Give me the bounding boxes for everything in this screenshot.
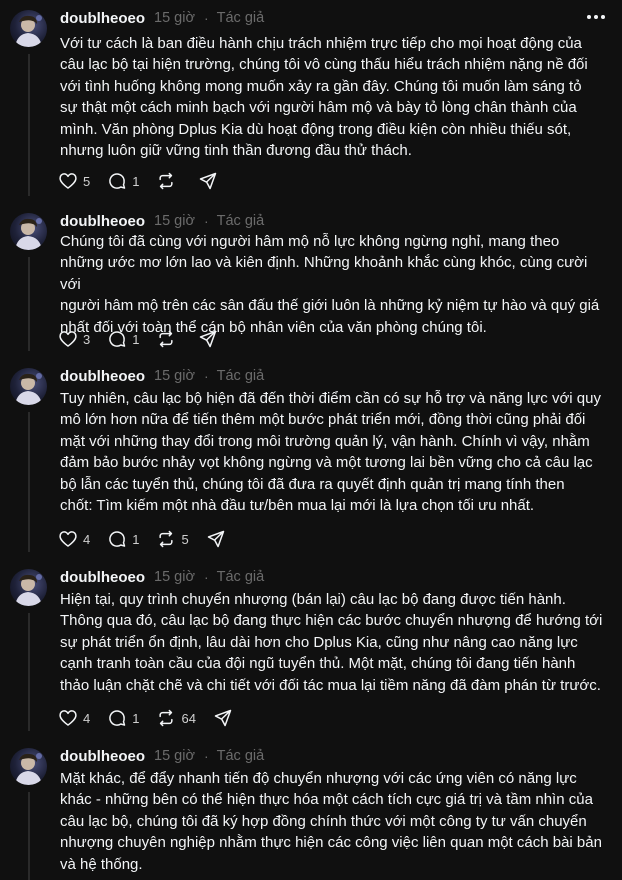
repost-button[interactable]: 64 bbox=[156, 708, 196, 728]
like-button[interactable]: 3 bbox=[58, 329, 90, 349]
heart-icon bbox=[59, 531, 77, 547]
meta-separator: · bbox=[203, 368, 209, 384]
avatar[interactable] bbox=[10, 213, 47, 250]
repost-button[interactable]: 5 bbox=[156, 529, 189, 549]
post-text: Tuy nhiên, câu lạc bộ hiện đã đến thời đ… bbox=[60, 390, 601, 515]
post-time[interactable]: 15 giờ bbox=[154, 368, 195, 384]
like-count: 4 bbox=[83, 710, 91, 726]
post-header: doublheoeo 15 giờ · Tác giả bbox=[60, 567, 264, 587]
author-badge: Tác giả bbox=[216, 368, 265, 384]
comment-icon bbox=[109, 710, 126, 726]
reply-button[interactable]: 1 bbox=[107, 708, 139, 728]
post-actions: 5 1 bbox=[58, 169, 235, 193]
thread-post: doublheoeo 15 giờ · Tác giả Với tư cách … bbox=[0, 0, 622, 203]
thread-connector bbox=[28, 257, 30, 351]
repost-button[interactable] bbox=[156, 171, 181, 191]
comment-icon bbox=[109, 173, 126, 189]
like-button[interactable]: 4 bbox=[58, 529, 90, 549]
like-button[interactable]: 4 bbox=[58, 708, 90, 728]
author-badge: Tác giả bbox=[216, 569, 265, 585]
username[interactable]: doublheoeo bbox=[60, 748, 145, 765]
post-actions: 4 1 64 bbox=[58, 706, 250, 730]
meta-separator: · bbox=[203, 569, 209, 585]
share-button[interactable] bbox=[206, 529, 226, 549]
comment-icon bbox=[109, 531, 126, 547]
thread-connector bbox=[28, 613, 30, 731]
more-options-button[interactable] bbox=[584, 10, 608, 24]
avatar[interactable] bbox=[10, 748, 47, 785]
avatar[interactable] bbox=[10, 10, 47, 47]
post-time[interactable]: 15 giờ bbox=[154, 213, 195, 229]
share-icon bbox=[214, 709, 232, 727]
comment-icon bbox=[109, 331, 126, 347]
username[interactable]: doublheoeo bbox=[60, 569, 145, 586]
author-badge: Tác giả bbox=[216, 748, 265, 764]
reply-count: 1 bbox=[132, 173, 140, 189]
post-header: doublheoeo 15 giờ · Tác giả bbox=[60, 746, 264, 766]
repost-icon bbox=[159, 172, 174, 190]
avatar[interactable] bbox=[10, 368, 47, 405]
post-actions: 3 1 bbox=[58, 327, 235, 351]
reply-count: 1 bbox=[132, 531, 140, 547]
repost-icon bbox=[159, 330, 174, 348]
username[interactable]: doublheoeo bbox=[60, 368, 145, 385]
thread-connector bbox=[28, 54, 30, 196]
like-button[interactable]: 5 bbox=[58, 171, 90, 191]
reply-button[interactable]: 1 bbox=[107, 171, 139, 191]
author-badge: Tác giả bbox=[216, 10, 265, 26]
like-count: 5 bbox=[83, 173, 91, 189]
meta-separator: · bbox=[203, 748, 209, 764]
post-header: doublheoeo 15 giờ · Tác giả bbox=[60, 366, 264, 386]
post-time[interactable]: 15 giờ bbox=[154, 569, 195, 585]
share-button[interactable] bbox=[198, 171, 218, 191]
repost-count: 64 bbox=[181, 710, 196, 726]
share-icon bbox=[207, 530, 224, 548]
share-icon bbox=[200, 172, 217, 190]
reply-count: 1 bbox=[132, 710, 140, 726]
thread-connector bbox=[28, 412, 30, 552]
repost-button[interactable] bbox=[156, 329, 181, 349]
thread-post: doublheoeo 15 giờ · Tác giả Tuy nhiên, c… bbox=[0, 358, 622, 559]
reply-button[interactable]: 1 bbox=[107, 329, 139, 349]
thread-post: doublheoeo 15 giờ · Tác giả Hiện tại, qu… bbox=[0, 559, 622, 738]
post-time[interactable]: 15 giờ bbox=[154, 10, 195, 26]
post-text: Mặt khác, để đẩy nhanh tiến độ chuyển nh… bbox=[60, 770, 602, 873]
meta-separator: · bbox=[203, 213, 209, 229]
heart-icon bbox=[59, 710, 77, 726]
author-badge: Tác giả bbox=[216, 213, 265, 229]
repost-icon bbox=[159, 530, 174, 548]
reply-button[interactable]: 1 bbox=[107, 529, 139, 549]
username[interactable]: doublheoeo bbox=[60, 10, 145, 27]
heart-icon bbox=[59, 173, 77, 189]
thread-post: doublheoeo 15 giờ · Tác giả Chúng tôi đã… bbox=[0, 203, 622, 358]
avatar[interactable] bbox=[10, 569, 47, 606]
meta-separator: · bbox=[203, 10, 209, 26]
share-icon bbox=[200, 330, 217, 348]
more-icon bbox=[587, 15, 605, 19]
repost-count: 5 bbox=[181, 531, 189, 547]
post-time[interactable]: 15 giờ bbox=[154, 748, 195, 764]
username[interactable]: doublheoeo bbox=[60, 213, 145, 230]
repost-icon bbox=[159, 709, 174, 727]
post-text: Hiện tại, quy trình chuyển nhượng (bán l… bbox=[60, 591, 603, 694]
post-header: doublheoeo 15 giờ · Tác giả bbox=[60, 8, 264, 28]
share-button[interactable] bbox=[213, 708, 233, 728]
like-count: 3 bbox=[83, 331, 91, 347]
heart-icon bbox=[59, 331, 77, 347]
post-text: Chúng tôi đã cùng với người hâm mộ nỗ lự… bbox=[60, 233, 600, 336]
thread-connector bbox=[28, 792, 30, 880]
like-count: 4 bbox=[83, 531, 91, 547]
share-button[interactable] bbox=[198, 329, 218, 349]
thread-post: doublheoeo 15 giờ · Tác giả Mặt khác, để… bbox=[0, 738, 622, 880]
post-text: Với tư cách là ban điều hành chịu trách … bbox=[60, 35, 588, 160]
post-header: doublheoeo 15 giờ · Tác giả bbox=[60, 211, 264, 231]
reply-count: 1 bbox=[132, 331, 140, 347]
post-actions: 4 1 5 bbox=[58, 527, 243, 551]
